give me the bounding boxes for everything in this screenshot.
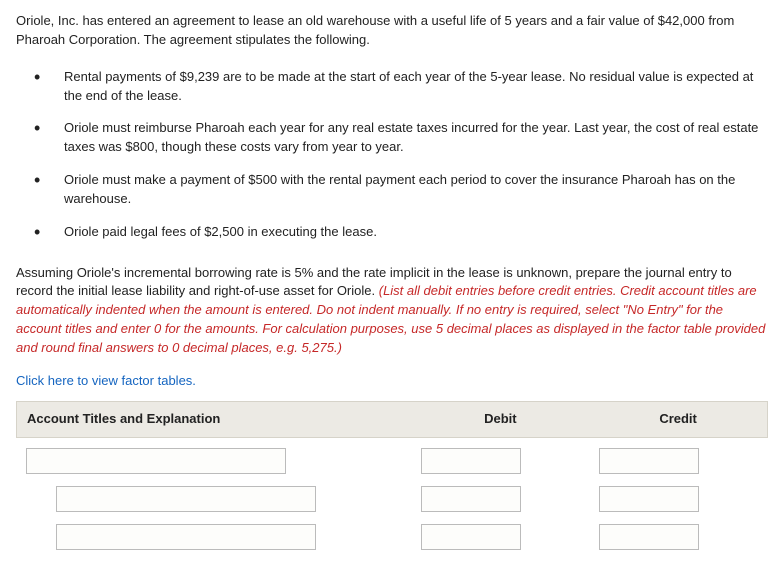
journal-entry-rows (16, 442, 768, 556)
table-row (16, 442, 768, 480)
table-row (16, 518, 768, 556)
stipulation-list: Rental payments of $9,239 are to be made… (16, 68, 768, 242)
list-item: Rental payments of $9,239 are to be made… (34, 68, 768, 106)
header-credit: Credit (589, 402, 767, 437)
journal-header-row: Account Titles and Explanation Debit Cre… (16, 401, 768, 438)
account-title-input[interactable] (26, 448, 286, 474)
factor-tables-link[interactable]: Click here to view factor tables. (16, 372, 196, 391)
header-debit: Debit (411, 402, 589, 437)
debit-input[interactable] (421, 448, 521, 474)
list-item: Oriole must make a payment of $500 with … (34, 171, 768, 209)
debit-input[interactable] (421, 486, 521, 512)
credit-input[interactable] (599, 524, 699, 550)
credit-input[interactable] (599, 486, 699, 512)
problem-intro: Oriole, Inc. has entered an agreement to… (16, 12, 768, 50)
list-item: Oriole paid legal fees of $2,500 in exec… (34, 223, 768, 242)
account-title-input[interactable] (56, 524, 316, 550)
debit-input[interactable] (421, 524, 521, 550)
table-row (16, 480, 768, 518)
list-item: Oriole must reimburse Pharoah each year … (34, 119, 768, 157)
account-title-input[interactable] (56, 486, 316, 512)
instructions-paragraph: Assuming Oriole's incremental borrowing … (16, 264, 768, 358)
header-account: Account Titles and Explanation (17, 402, 411, 437)
credit-input[interactable] (599, 448, 699, 474)
